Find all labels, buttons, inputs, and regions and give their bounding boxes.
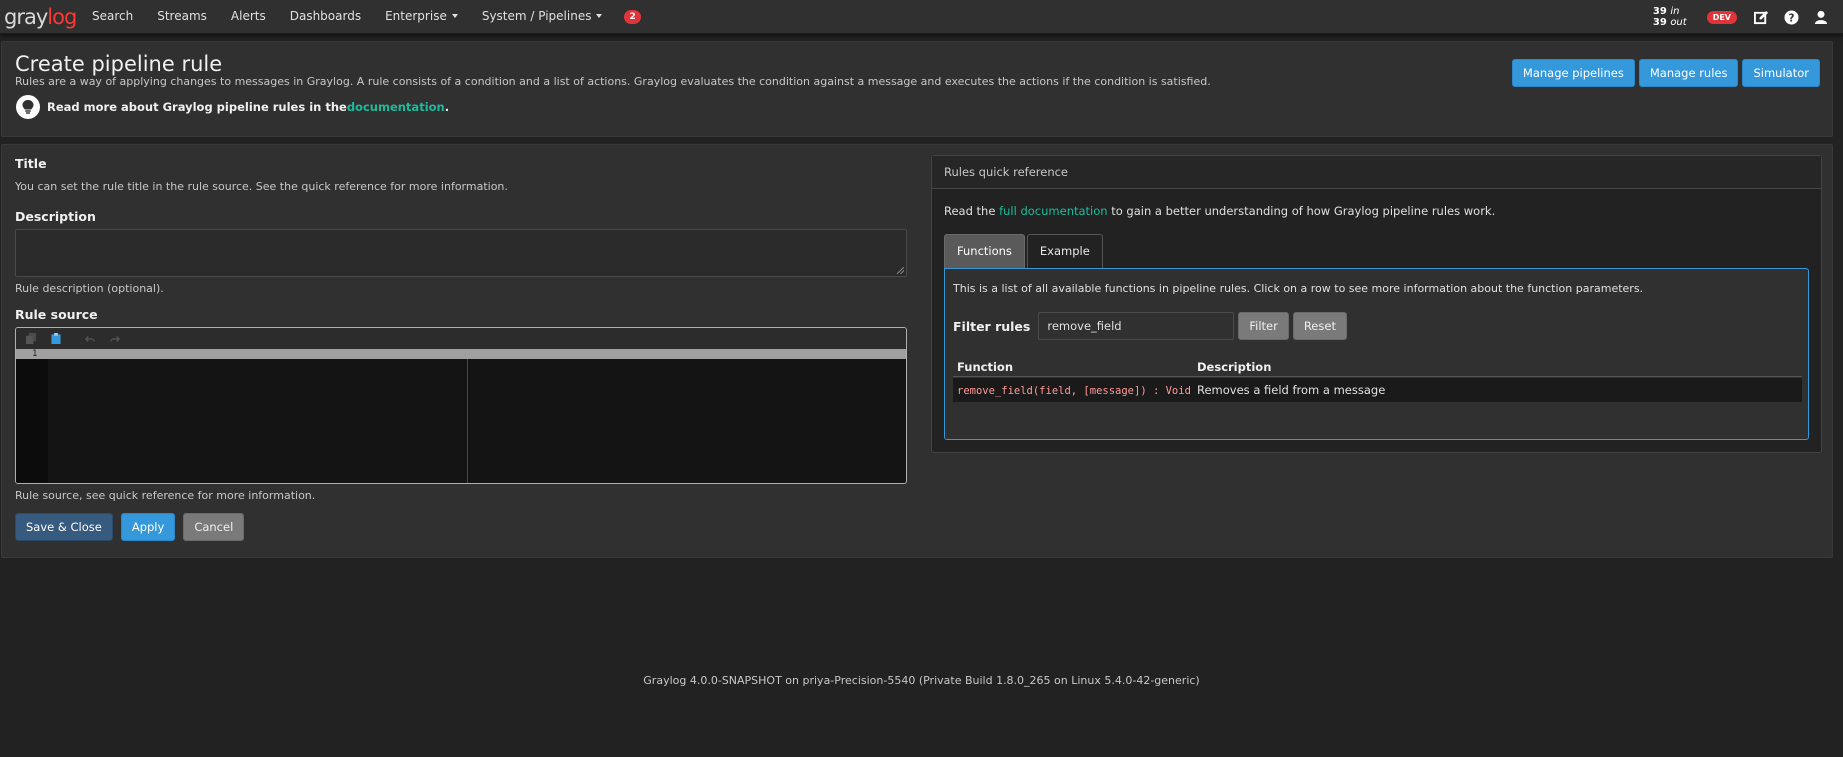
nav-item-system-pipelines[interactable]: System / Pipelines <box>470 0 615 34</box>
rule-form-panel: Title You can set the rule title in the … <box>1 144 1833 558</box>
filter-rules-input[interactable]: remove_field <box>1038 312 1235 340</box>
copy-icon[interactable] <box>25 333 37 345</box>
editor-active-line <box>16 349 906 359</box>
reset-button[interactable]: Reset <box>1292 312 1347 340</box>
page-description: Rules are a way of applying changes to m… <box>15 75 1211 88</box>
nav-right: 39 in 39 out DEV ? <box>1653 0 1843 34</box>
page-title: Create pipeline rule <box>15 52 223 76</box>
full-documentation-link[interactable]: full documentation <box>999 204 1107 218</box>
table-row[interactable]: remove_field(field, [message]) : Void Re… <box>953 378 1802 402</box>
rule-source-help: Rule source, see quick reference for mor… <box>15 489 316 502</box>
dev-badge: DEV <box>1706 10 1737 24</box>
title-label: Title <box>15 156 47 171</box>
nav-item-streams[interactable]: Streams <box>145 0 219 34</box>
title-help: You can set the rule title in the rule s… <box>15 180 508 193</box>
function-description: Removes a field from a message <box>1197 383 1386 397</box>
page-header-panel: Create pipeline rule Rules are a way of … <box>1 41 1833 137</box>
notification-badge[interactable]: 2 <box>624 9 641 24</box>
resize-handle-icon[interactable] <box>897 267 904 274</box>
manage-rules-button[interactable]: Manage rules <box>1638 59 1739 87</box>
rule-source-label: Rule source <box>15 307 98 322</box>
functions-description: This is a list of all available function… <box>953 282 1644 295</box>
quick-reference-body: Read the full documentation to gain a be… <box>944 204 1809 218</box>
nav-item-search[interactable]: Search <box>80 0 145 34</box>
line-number: 1 <box>32 349 38 359</box>
editor-gutter <box>16 349 48 483</box>
header-buttons: Manage pipelines Manage rules Simulator <box>1511 59 1820 87</box>
graylog-logo[interactable]: gray log <box>0 0 80 34</box>
description-label: Description <box>15 209 96 224</box>
lightbulb-icon <box>16 95 40 119</box>
filter-rules-row: Filter rules remove_field Filter Reset <box>953 312 1347 340</box>
apply-button[interactable]: Apply <box>120 513 176 541</box>
nav-item-dashboards[interactable]: Dashboards <box>278 0 373 34</box>
chevron-down-icon <box>451 14 458 18</box>
column-header-description: Description <box>1197 360 1272 374</box>
documentation-link[interactable]: documentation <box>347 100 445 114</box>
nav-item-enterprise[interactable]: Enterprise <box>373 0 470 34</box>
page-footer: Graylog 4.0.0-SNAPSHOT on priya-Precisio… <box>643 674 1200 687</box>
rule-form: Title You can set the rule title in the … <box>15 155 907 541</box>
functions-table: Function Description remove_field(field,… <box>953 357 1802 402</box>
throughput-indicator[interactable]: 39 in 39 out <box>1653 6 1687 28</box>
full-documentation-hint: Read the full documentation to gain a be… <box>944 204 1496 218</box>
functions-tab-pane: This is a list of all available function… <box>944 268 1809 440</box>
nav-menu: Search Streams Alerts Dashboards Enterpr… <box>80 0 641 34</box>
description-help: Rule description (optional). <box>15 282 164 295</box>
rules-quick-reference: Rules quick reference Read the full docu… <box>931 155 1822 453</box>
function-signature: remove_field(field, [message]) : Void <box>957 385 1191 397</box>
functions-table-header: Function Description <box>953 357 1802 377</box>
quick-reference-tabs: Functions Example <box>944 234 1105 268</box>
manage-pipelines-button[interactable]: Manage pipelines <box>1511 59 1635 87</box>
editor-toolbar <box>16 328 906 349</box>
quick-reference-heading: Rules quick reference <box>932 156 1821 189</box>
description-textarea[interactable] <box>15 229 907 277</box>
tab-example[interactable]: Example <box>1026 234 1103 268</box>
cancel-button[interactable]: Cancel <box>183 513 245 541</box>
simulator-button[interactable]: Simulator <box>1742 59 1820 87</box>
editor-print-margin <box>467 359 468 483</box>
form-actions: Save & Close Apply Cancel <box>15 513 907 541</box>
user-icon[interactable] <box>1813 9 1829 25</box>
svg-text:?: ? <box>1788 12 1794 24</box>
save-close-button[interactable]: Save & Close <box>15 513 113 541</box>
help-icon[interactable]: ? <box>1783 9 1799 25</box>
chevron-down-icon <box>596 14 603 18</box>
filter-button[interactable]: Filter <box>1238 312 1289 340</box>
top-navbar: gray log Search Streams Alerts Dashboards… <box>0 0 1843 34</box>
edit-icon[interactable] <box>1753 9 1769 25</box>
tab-functions[interactable]: Functions <box>944 234 1025 268</box>
paste-icon[interactable] <box>50 333 62 345</box>
redo-icon[interactable] <box>109 333 121 345</box>
column-header-function: Function <box>957 360 1014 374</box>
rule-source-editor[interactable]: 1 <box>15 327 907 484</box>
filter-rules-label: Filter rules <box>953 318 1031 334</box>
nav-item-alerts[interactable]: Alerts <box>219 0 278 34</box>
documentation-hint: Read more about Graylog pipeline rules i… <box>16 95 449 119</box>
undo-icon[interactable] <box>84 333 96 345</box>
